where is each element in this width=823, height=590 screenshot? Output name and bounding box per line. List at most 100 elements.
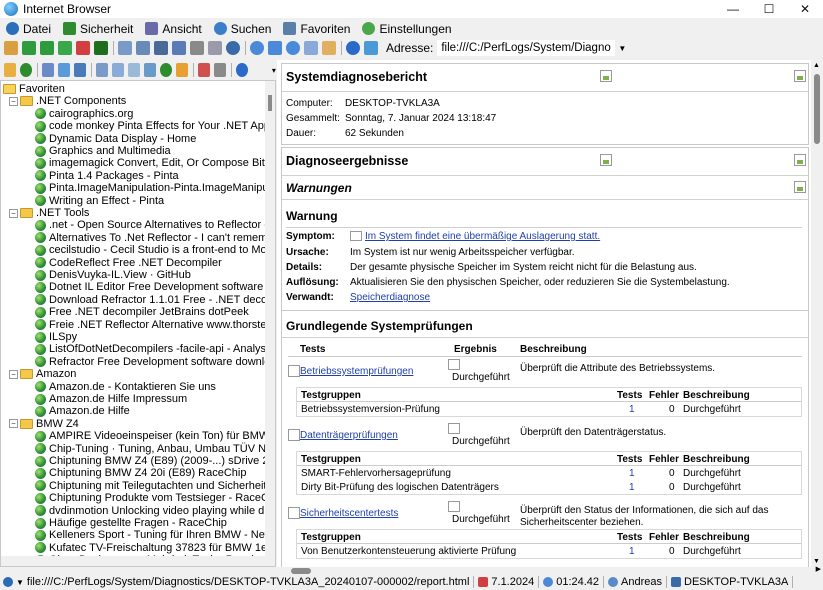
collapse-icon[interactable]: − [9, 208, 18, 218]
find-icon[interactable] [226, 41, 240, 55]
print-icon[interactable] [190, 41, 204, 55]
address-dropdown-icon[interactable]: ▼ [618, 44, 626, 53]
import-icon[interactable] [213, 63, 226, 77]
tree-folder[interactable]: − BMW Z4 [9, 418, 79, 430]
folder-open-icon[interactable] [176, 63, 189, 77]
status-dropdown-icon[interactable]: ▼ [16, 578, 24, 587]
tree-item[interactable]: Amazon.de Hilfe [35, 405, 130, 417]
menu-einstellungen[interactable]: Einstellungen [362, 22, 452, 36]
collapse-icon[interactable]: − [9, 96, 18, 106]
tree-item[interactable]: Download Refractor 1.1.01 Free - .NET de… [35, 294, 275, 306]
address-input[interactable]: file:///C:/PerfLogs/System/Diagno [437, 40, 616, 56]
tree-item[interactable]: cecilstudio - Cecil Studio is a front-en… [35, 244, 275, 256]
page-icon[interactable] [304, 41, 318, 55]
scrollbar-thumb[interactable] [268, 95, 272, 111]
scroll-up-icon[interactable]: ▲ [813, 62, 820, 69]
tree-item[interactable]: Chiptuning mit Teilegutachten und Sicher… [35, 480, 275, 492]
tree-item[interactable]: ILSpy [35, 331, 77, 343]
help-icon[interactable] [235, 63, 248, 77]
menu-suchen[interactable]: Suchen [213, 22, 271, 36]
tree-item[interactable]: Chiptuning BMW Z4 20i (E89) RaceChip [35, 467, 246, 479]
close-button[interactable]: ✕ [787, 0, 823, 18]
tree-item[interactable]: Amazon.de - Kontaktieren Sie uns [35, 381, 216, 393]
tree-root[interactable]: Favoriten [3, 83, 65, 95]
menu-datei[interactable]: Datei [6, 22, 51, 36]
scroll-right-icon[interactable]: ▶ [816, 565, 821, 573]
tree-horizontal-scrollbar[interactable] [1, 556, 275, 566]
tree-item[interactable]: .net - Open Source Alternatives to Refle… [35, 219, 275, 231]
tree-item[interactable]: Graphics and Multimedia [35, 145, 171, 157]
tree-item[interactable]: Dotnet IL Editor Free Development softwa… [35, 281, 275, 293]
tree-item[interactable]: DenisVuyka-IL.View · GitHub [35, 269, 191, 281]
tree-folder[interactable]: − Amazon [9, 368, 76, 380]
forward-icon[interactable] [40, 41, 54, 55]
paste-icon[interactable] [127, 63, 140, 77]
check-group-link[interactable]: Datenträgerprüfungen [300, 430, 398, 441]
hand-icon[interactable] [322, 41, 336, 55]
menu-favoriten[interactable]: Favoriten [283, 22, 350, 36]
minimize-button[interactable]: — [715, 0, 751, 18]
export-icon[interactable] [197, 63, 210, 77]
tree-item[interactable]: AMPIRE Videoeinspeiser (kein Ton) für BM… [35, 430, 275, 442]
tree-item[interactable]: Writing an Effect - Pinta [35, 195, 164, 207]
tree-item[interactable]: Chip-Tuning · Tuning, Anbau, Umbau TÜV N… [35, 443, 275, 455]
tree-item[interactable]: Alternatives To .Net Reflector - I can't… [35, 232, 275, 244]
tree-folder[interactable]: − .NET Tools [9, 207, 89, 219]
cut-icon[interactable] [111, 63, 124, 77]
print-preview-icon[interactable] [208, 41, 222, 55]
collapse-icon[interactable]: − [9, 419, 18, 429]
tree-item[interactable]: Amazon.de Hilfe Impressum [35, 393, 187, 405]
scroll-down-icon[interactable]: ▼ [813, 558, 820, 565]
add-favorite-icon[interactable] [20, 63, 33, 77]
tree-item[interactable]: Kufatec TV-Freischaltung 37823 für BMW 1… [35, 542, 275, 554]
link-icon[interactable] [73, 63, 87, 77]
tree-item[interactable]: Chiptuning BMW Z4 (E89) (2009-...) sDriv… [35, 455, 275, 467]
tree-item[interactable]: Häufige gestellte Fragen - RaceChip [35, 517, 227, 529]
book-icon[interactable] [154, 41, 168, 55]
copy-fav-icon[interactable] [95, 63, 108, 77]
tree-item[interactable]: Refractor Free Development software down… [35, 356, 275, 368]
maximize-button[interactable]: ☐ [751, 0, 787, 18]
tree-item[interactable]: Free .NET decompiler JetBrains dotPeek [35, 306, 249, 318]
tree-item[interactable]: dvdinmotion Unlocking video playing whil… [35, 505, 275, 517]
report-vertical-scrollbar[interactable]: ▲ ▼ [811, 60, 823, 567]
open-icon[interactable] [143, 63, 156, 77]
tree-item[interactable]: Dynamic Data Display - Home [35, 133, 196, 145]
favorites-add-icon[interactable] [364, 41, 378, 55]
back-icon[interactable] [22, 41, 36, 55]
view-icon[interactable] [57, 63, 70, 77]
tree-item[interactable]: CodeReflect Free .NET Decompiler [35, 257, 222, 269]
refresh-icon[interactable] [58, 41, 72, 55]
check-group-link[interactable]: Betriebssystemprüfungen [300, 366, 413, 377]
properties-icon[interactable] [41, 63, 54, 77]
tree-item[interactable]: Chiptuning Produkte vom Testsieger - Rac… [35, 492, 275, 504]
save-icon[interactable] [172, 41, 186, 55]
check-group-link[interactable]: Sicherheitscentertests [300, 508, 398, 519]
menu-ansicht[interactable]: Ansicht [145, 22, 202, 36]
web-icon[interactable] [160, 63, 173, 77]
copy-icon[interactable] [118, 41, 132, 55]
collapse-icon[interactable]: − [9, 369, 18, 379]
tree-item[interactable]: ListOfDotNetDecompilers -facile-api - An… [35, 343, 275, 355]
scrollbar-thumb[interactable] [814, 74, 820, 144]
tree-item[interactable]: Pinta.ImageManipulation-Pinta.ImageManip… [35, 182, 275, 194]
stop-icon[interactable] [76, 41, 90, 55]
zoom-fit-icon[interactable] [268, 41, 282, 55]
tree-folder[interactable]: − .NET Components [9, 95, 126, 107]
toolbar-more-icon[interactable]: ▾ [272, 66, 276, 75]
home-icon[interactable] [4, 41, 18, 55]
security-icon[interactable] [94, 41, 108, 55]
tree-vertical-scrollbar[interactable] [265, 81, 275, 566]
tree-item[interactable]: cairographics.org [35, 108, 133, 120]
menu-sicherheit[interactable]: Sicherheit [63, 22, 133, 36]
tree-item[interactable]: imagemagick Convert, Edit, Or Compose Bi… [35, 157, 275, 169]
history-icon[interactable] [346, 41, 360, 55]
tree-item[interactable]: code monkey Pinta Effects for Your .NET … [35, 120, 275, 132]
tree-item[interactable]: Kelleners Sport - Tuning für Ihren BMW -… [35, 529, 275, 541]
zoom-in-icon[interactable] [250, 41, 264, 55]
pages-icon[interactable] [136, 41, 150, 55]
tree-item[interactable]: Pinta 1.4 Packages - Pinta [35, 170, 179, 182]
zoom-out-icon[interactable] [286, 41, 300, 55]
new-folder-icon[interactable] [4, 63, 17, 77]
tree-item[interactable]: Freie .NET Reflector Alternative www.tho… [35, 319, 275, 331]
